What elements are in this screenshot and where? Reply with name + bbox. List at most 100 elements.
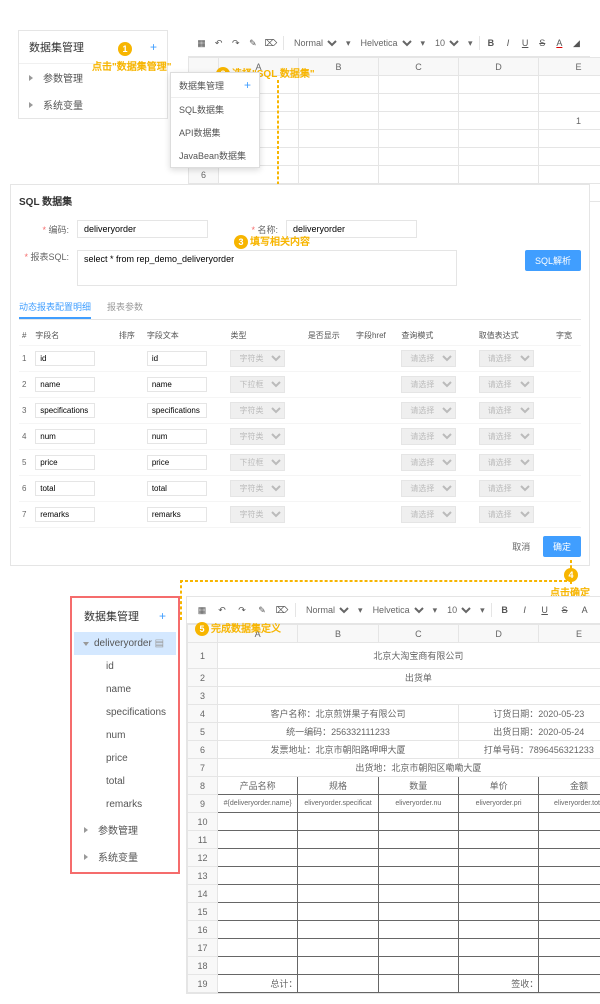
cell-e3[interactable]: 1	[539, 112, 600, 130]
fieldname-input[interactable]	[35, 507, 95, 522]
text-color-icon[interactable]: A	[578, 603, 592, 617]
field-item[interactable]: specifications	[74, 701, 176, 724]
ok-button[interactable]: 确定	[543, 536, 581, 557]
italic-icon[interactable]: I	[518, 603, 532, 617]
expr-select[interactable]: 请选择	[479, 350, 534, 367]
qmode-select[interactable]: 请选择	[401, 506, 456, 523]
step-5-badge: 5	[195, 622, 209, 636]
fieldtext-input[interactable]	[147, 377, 207, 392]
sql-label: * 报表SQL:	[19, 250, 69, 263]
code-label: * 编码:	[19, 223, 69, 236]
type-select[interactable]: 字符类型	[230, 428, 285, 445]
size-select[interactable]: 10	[431, 37, 462, 49]
paint-icon[interactable]: ✎	[255, 603, 269, 617]
font-select[interactable]: Helvetica	[369, 604, 427, 616]
clear-icon[interactable]: ⌦	[275, 603, 289, 617]
add-icon[interactable]: +	[159, 609, 166, 623]
report-grid[interactable]: ABCDE 1北京大淘宝商有限公司 2出货单 3 4客户名称：北京煎饼果子有限公…	[187, 624, 600, 993]
fieldtext-input[interactable]	[147, 351, 207, 366]
dropdown-api[interactable]: API数据集	[171, 121, 259, 144]
add-icon[interactable]: +	[150, 40, 157, 54]
expr-select[interactable]: 请选择	[479, 454, 534, 471]
clear-icon[interactable]: ⌦	[264, 36, 277, 50]
italic-icon[interactable]: I	[502, 36, 513, 50]
tab-params[interactable]: 报表参数	[107, 296, 143, 319]
new-icon[interactable]: ▦	[196, 36, 207, 50]
fieldname-input[interactable]	[35, 377, 95, 392]
fieldtext-input[interactable]	[147, 429, 207, 444]
fieldname-input[interactable]	[35, 351, 95, 366]
dataset-dropdown: 数据集管理+ SQL数据集 API数据集 JavaBean数据集	[170, 72, 260, 168]
fieldtext-input[interactable]	[147, 481, 207, 496]
strike-icon[interactable]: S	[537, 36, 548, 50]
new-icon[interactable]: ▦	[195, 603, 209, 617]
code-input[interactable]	[77, 220, 208, 238]
size-select[interactable]: 10	[443, 604, 474, 616]
chevron-right-icon	[29, 102, 33, 108]
bold-icon[interactable]: B	[498, 603, 512, 617]
fill-icon[interactable]: ◢	[571, 36, 582, 50]
qmode-select[interactable]: 请选择	[401, 480, 456, 497]
fieldtext-input[interactable]	[147, 455, 207, 470]
field-item[interactable]: total	[74, 770, 176, 793]
type-select[interactable]: 下拉框型	[230, 454, 285, 471]
field-item[interactable]: num	[74, 724, 176, 747]
underline-icon[interactable]: U	[538, 603, 552, 617]
fieldname-input[interactable]	[35, 429, 95, 444]
underline-icon[interactable]: U	[520, 36, 531, 50]
fieldname-input[interactable]	[35, 455, 95, 470]
expr-select[interactable]: 请选择	[479, 376, 534, 393]
dataset-node[interactable]: deliveryorder ▤	[74, 632, 176, 655]
step-5-text: 完成数据集定义	[211, 620, 281, 635]
add-icon[interactable]: +	[244, 78, 251, 92]
dataset-mgmt-label: 数据集管理	[29, 39, 84, 55]
qmode-select[interactable]: 请选择	[401, 376, 456, 393]
qmode-select[interactable]: 请选择	[401, 402, 456, 419]
fieldtext-input[interactable]	[147, 507, 207, 522]
qmode-select[interactable]: 请选择	[401, 454, 456, 471]
dropdown-javabean[interactable]: JavaBean数据集	[171, 144, 259, 167]
type-select[interactable]: 字符类型	[230, 480, 285, 497]
sidebar-sys-var[interactable]: 系统变量	[74, 843, 176, 870]
undo-icon[interactable]: ↶	[213, 36, 224, 50]
field-item[interactable]: remarks	[74, 793, 176, 816]
field-item[interactable]: name	[74, 678, 176, 701]
fieldname-input[interactable]	[35, 403, 95, 418]
expr-select[interactable]: 请选择	[479, 402, 534, 419]
dataset-mgmt-header[interactable]: 数据集管理+	[74, 600, 176, 632]
format-select[interactable]: Normal	[302, 604, 352, 616]
sidebar-sys-var[interactable]: 系统变量	[19, 91, 167, 118]
type-select[interactable]: 字符类型	[230, 506, 285, 523]
undo-icon[interactable]: ↶	[215, 603, 229, 617]
redo-icon[interactable]: ↷	[230, 36, 241, 50]
redo-icon[interactable]: ↷	[235, 603, 249, 617]
dropdown-sql[interactable]: SQL数据集	[171, 98, 259, 121]
tab-fields[interactable]: 动态报表配置明细	[19, 296, 91, 319]
fieldname-input[interactable]	[35, 481, 95, 496]
field-item[interactable]: id	[74, 655, 176, 678]
step-1-badge: 1	[118, 42, 132, 56]
parse-button[interactable]: SQL解析	[525, 250, 581, 271]
fieldtext-input[interactable]	[147, 403, 207, 418]
format-select[interactable]: Normal	[290, 37, 340, 49]
step-3-text: 填写相关内容	[250, 233, 310, 248]
paint-icon[interactable]: ✎	[247, 36, 258, 50]
bold-icon[interactable]: B	[485, 36, 496, 50]
qmode-select[interactable]: 请选择	[401, 428, 456, 445]
expr-select[interactable]: 请选择	[479, 480, 534, 497]
sql-textarea[interactable]: select * from rep_demo_deliveryorder	[77, 250, 457, 286]
font-select[interactable]: Helvetica	[357, 37, 415, 49]
chevron-down-icon	[83, 642, 89, 646]
expr-select[interactable]: 请选择	[479, 428, 534, 445]
field-item[interactable]: price	[74, 747, 176, 770]
dialog-title: SQL 数据集	[19, 193, 581, 208]
type-select[interactable]: 下拉框型	[230, 376, 285, 393]
strike-icon[interactable]: S	[558, 603, 572, 617]
qmode-select[interactable]: 请选择	[401, 350, 456, 367]
cancel-button[interactable]: 取消	[512, 542, 530, 552]
type-select[interactable]: 字符类型	[230, 402, 285, 419]
expr-select[interactable]: 请选择	[479, 506, 534, 523]
text-color-icon[interactable]: A	[554, 36, 565, 50]
type-select[interactable]: 字符类型	[230, 350, 285, 367]
table-row: 1字符类型请选择请选择	[19, 346, 581, 372]
